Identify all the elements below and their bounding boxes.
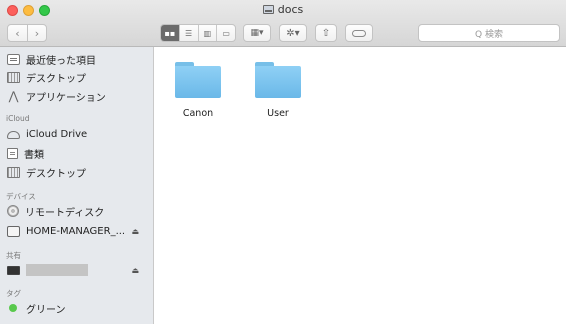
list-icon: ☰ bbox=[185, 28, 193, 38]
sidebar-item-label: HOME-MANAGER_... bbox=[26, 225, 126, 237]
arrange-icon: ▦▾ bbox=[250, 28, 264, 38]
action-button[interactable]: ✲▾ bbox=[279, 24, 307, 42]
forward-button[interactable]: › bbox=[27, 25, 46, 41]
sidebar-item-label: デスクトップ bbox=[26, 73, 86, 85]
back-button[interactable]: ‹ bbox=[8, 25, 27, 41]
window-title: docs bbox=[0, 3, 566, 16]
chevron-right-icon: › bbox=[34, 26, 40, 40]
eject-icon[interactable]: ⏏ bbox=[131, 266, 139, 275]
columns-icon: ▥ bbox=[203, 28, 212, 38]
sidebar-item-icloud-drive[interactable]: iCloud Drive bbox=[7, 126, 87, 142]
sidebar-item-label: グリーン bbox=[26, 304, 66, 316]
icon-view-button[interactable]: ▪▪ bbox=[161, 25, 179, 41]
search-field[interactable]: Q 検索 bbox=[418, 24, 560, 42]
monitor-icon bbox=[7, 265, 20, 275]
remote-disc-icon bbox=[7, 205, 19, 217]
section-header-shared: 共有 bbox=[6, 251, 21, 260]
sidebar-item-recents[interactable]: 最近使った項目 bbox=[7, 51, 96, 67]
share-icon: ⇧ bbox=[321, 27, 331, 39]
sidebar-item-label: 最近使った項目 bbox=[26, 55, 96, 67]
desktop-icon bbox=[7, 166, 20, 178]
folder-label-canon[interactable]: Canon bbox=[168, 108, 228, 119]
gallery-icon: ▭ bbox=[222, 28, 230, 38]
toolbar: docs ‹ › ▪▪ ☰ ▥ ▭ ▦▾ ✲▾ ⇧ Q 検索 bbox=[0, 0, 566, 47]
gear-icon: ✲▾ bbox=[286, 27, 300, 39]
folder-icon[interactable] bbox=[255, 60, 301, 100]
eject-icon[interactable]: ⏏ bbox=[131, 227, 139, 236]
drive-icon bbox=[262, 5, 274, 14]
folder-body bbox=[175, 66, 221, 98]
navigation-buttons: ‹ › bbox=[7, 24, 47, 42]
hard-drive-icon bbox=[7, 225, 20, 237]
tag-icon bbox=[352, 29, 366, 37]
desktop-icon bbox=[7, 71, 20, 83]
list-view-button[interactable]: ☰ bbox=[178, 25, 198, 41]
icloud-icon bbox=[7, 131, 20, 139]
search-placeholder: Q 検索 bbox=[475, 29, 503, 40]
documents-icon bbox=[7, 147, 18, 159]
folder-icon[interactable] bbox=[175, 60, 221, 100]
sidebar-item-desktop[interactable]: デスクトップ bbox=[7, 69, 86, 85]
tag-button[interactable] bbox=[345, 24, 373, 42]
sidebar-item-documents[interactable]: 書類 bbox=[7, 145, 44, 161]
folder-body bbox=[255, 66, 301, 98]
green-tag-dot-icon bbox=[9, 304, 17, 312]
sidebar-item-label: iCloud Drive bbox=[26, 128, 88, 140]
view-mode-buttons: ▪▪ ☰ ▥ ▭ bbox=[160, 24, 236, 42]
sidebar-item-home-manager[interactable]: HOME-MANAGER_... ⏏ bbox=[7, 223, 147, 239]
gallery-view-button[interactable]: ▭ bbox=[216, 25, 235, 41]
section-header-icloud: iCloud bbox=[6, 114, 30, 123]
sidebar-item-tag-green[interactable]: グリーン bbox=[7, 300, 66, 316]
column-view-button[interactable]: ▥ bbox=[197, 25, 217, 41]
section-header-devices: デバイス bbox=[6, 192, 36, 201]
arrange-button[interactable]: ▦▾ bbox=[243, 24, 271, 42]
recent-icon bbox=[7, 53, 20, 65]
sidebar: 最近使った項目 デスクトップ ⋀ アプリケーション iCloud iCloud … bbox=[0, 47, 154, 324]
section-header-tags: タグ bbox=[6, 289, 21, 298]
sidebar-item-label: 書類 bbox=[24, 149, 44, 161]
chevron-left-icon: ‹ bbox=[15, 26, 20, 40]
sidebar-item-icloud-desktop[interactable]: デスクトップ bbox=[7, 164, 86, 180]
share-button[interactable]: ⇧ bbox=[315, 24, 337, 42]
grid-icon: ▪▪ bbox=[164, 28, 176, 38]
sidebar-item-shared-computer[interactable]: ⏏ bbox=[7, 262, 147, 278]
sidebar-item-remote-disc[interactable]: リモートディスク bbox=[7, 203, 104, 219]
window-title-text: docs bbox=[277, 3, 304, 16]
folder-label-user[interactable]: User bbox=[248, 108, 308, 119]
redacted-name bbox=[26, 264, 88, 276]
finder-window: docs ‹ › ▪▪ ☰ ▥ ▭ ▦▾ ✲▾ ⇧ Q 検索 最近使った項目 デ… bbox=[0, 0, 566, 324]
sidebar-item-label: リモートディスク bbox=[25, 207, 105, 219]
applications-icon: ⋀ bbox=[8, 88, 19, 103]
sidebar-item-label: デスクトップ bbox=[26, 168, 86, 180]
sidebar-item-label: アプリケーション bbox=[26, 92, 106, 104]
sidebar-item-applications[interactable]: ⋀ アプリケーション bbox=[7, 88, 106, 104]
